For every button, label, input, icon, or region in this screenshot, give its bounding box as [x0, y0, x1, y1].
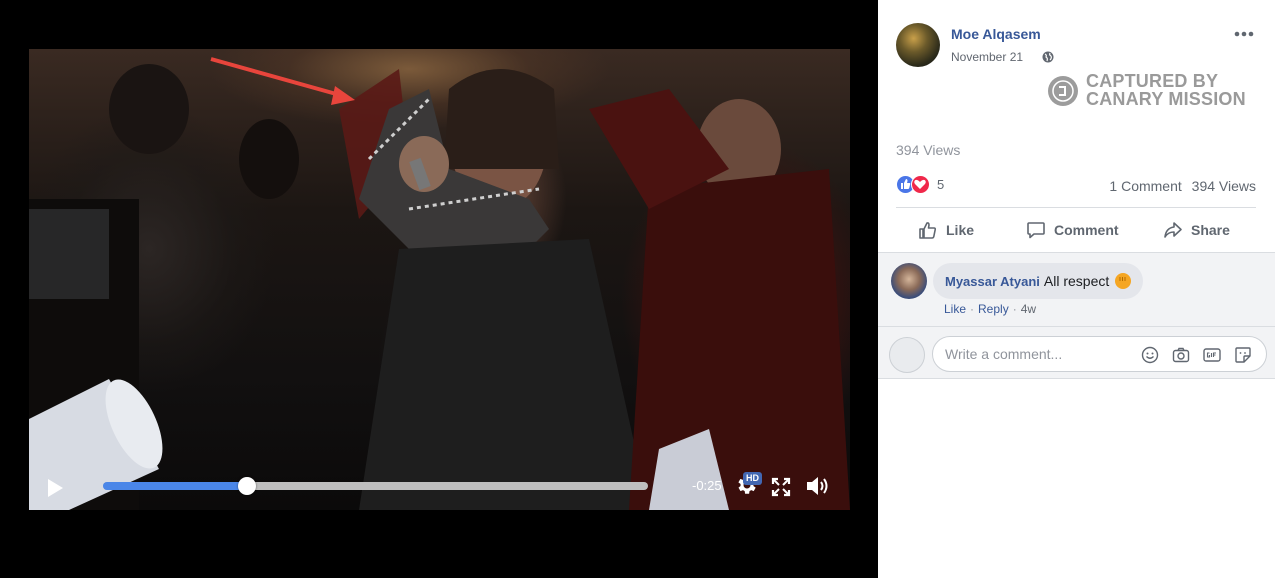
comment-button[interactable]: Comment	[1026, 210, 1119, 250]
share-label: Share	[1191, 222, 1230, 238]
sticker-icon[interactable]	[1233, 345, 1253, 365]
commenter-name[interactable]: Myassar Atyani	[945, 274, 1040, 289]
video-frame	[29, 57, 850, 510]
post-date[interactable]: November 21	[951, 50, 1023, 64]
play-icon[interactable]	[45, 477, 65, 499]
raised-fist-emoji-icon	[1115, 273, 1132, 289]
more-options-icon[interactable]	[1234, 29, 1254, 39]
watermark: CAPTURED BY CANARY MISSION	[1048, 72, 1248, 112]
progress-fill	[103, 482, 248, 490]
comment-bubble: Myassar Atyani All respect	[933, 263, 1144, 299]
share-icon	[1164, 222, 1182, 238]
emoji-icon[interactable]	[1140, 345, 1160, 365]
gif-icon[interactable]	[1202, 345, 1222, 365]
progress-bar[interactable]	[103, 477, 648, 495]
post-actions: Like Comment Share	[896, 210, 1256, 250]
view-count: 394 Views	[1191, 178, 1256, 194]
comment-text: All respect	[1043, 273, 1110, 289]
author-name[interactable]: Moe Alqasem	[951, 26, 1041, 42]
time-remaining: -0:25	[692, 478, 722, 493]
comments-section: Myassar Atyani All respect Like · Reply · 4w	[878, 252, 1275, 379]
camera-icon[interactable]	[1171, 345, 1191, 365]
watermark-line1: CAPTURED BY	[1086, 71, 1219, 91]
volume-icon[interactable]	[805, 474, 831, 498]
globe-icon	[1042, 51, 1054, 63]
comment-count[interactable]: 1 Comment	[1109, 178, 1181, 194]
composer-icons	[1140, 345, 1264, 365]
comment-age[interactable]: 4w	[1021, 302, 1036, 316]
comment-icon	[1027, 222, 1045, 239]
like-label: Like	[946, 222, 975, 238]
divider	[878, 326, 1275, 327]
commenter-avatar[interactable]	[891, 263, 927, 299]
canary-logo-icon	[1048, 76, 1078, 106]
comment-reply-link[interactable]: Reply	[978, 302, 1009, 316]
love-reaction-icon	[911, 175, 930, 194]
comment-label: Comment	[1054, 222, 1119, 238]
like-button[interactable]: Like	[918, 210, 974, 250]
comment-meta: Like · Reply · 4w	[944, 302, 1037, 316]
fullscreen-icon[interactable]	[771, 477, 791, 497]
hd-badge: HD	[743, 472, 762, 485]
comment-like-link[interactable]: Like	[944, 302, 966, 316]
post-stats: 1 Comment 394 Views	[1109, 178, 1256, 194]
thumbs-up-icon	[919, 222, 937, 239]
current-user-avatar	[889, 337, 925, 373]
share-button[interactable]: Share	[1163, 210, 1230, 250]
post-panel: Moe Alqasem November 21 CAPTURED BY CANA…	[878, 0, 1275, 578]
watermark-line2: CANARY MISSION	[1086, 89, 1246, 109]
author-avatar[interactable]	[896, 23, 940, 67]
reaction-count[interactable]: 5	[937, 177, 944, 192]
views-label: 394 Views	[896, 142, 961, 158]
divider	[896, 207, 1256, 208]
video-stage: -0:25 HD	[0, 0, 878, 578]
video-player[interactable]: -0:25 HD	[29, 49, 850, 510]
watermark-text: CAPTURED BY CANARY MISSION	[1086, 72, 1246, 108]
